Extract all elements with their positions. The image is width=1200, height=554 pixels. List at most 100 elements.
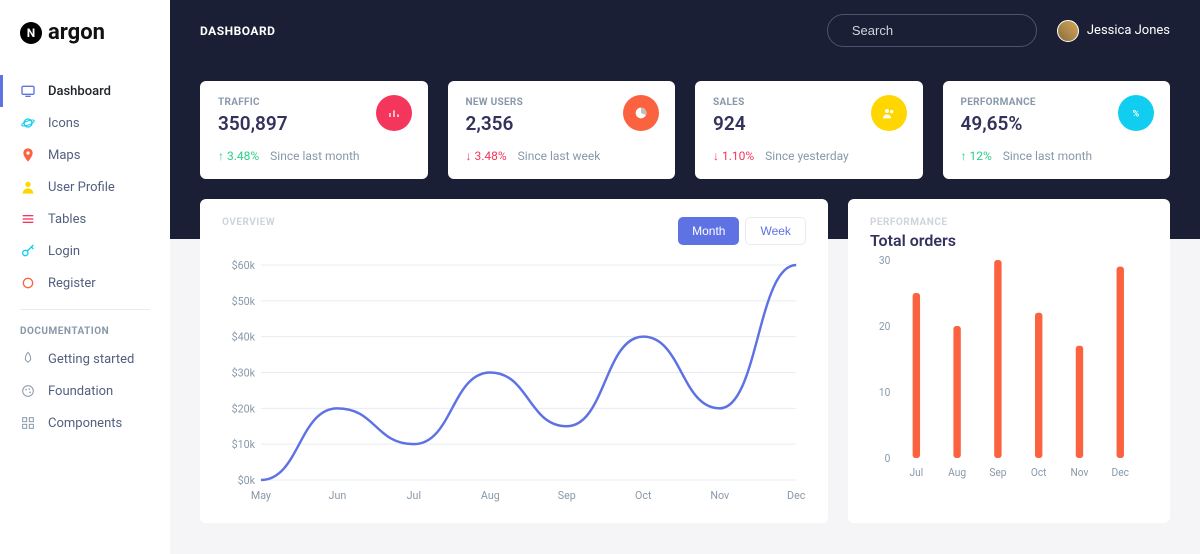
- sidebar-item-label: Dashboard: [48, 84, 111, 99]
- stat-delta: ↑ 3.48% Since last month: [218, 149, 410, 163]
- stat-note: Since yesterday: [765, 149, 849, 163]
- svg-text:$60k: $60k: [232, 259, 256, 272]
- list-icon: [20, 211, 36, 227]
- stat-note: Since last week: [518, 149, 601, 163]
- svg-text:10: 10: [879, 386, 890, 399]
- stat-delta: ↑ 12% Since last month: [961, 149, 1153, 163]
- svg-text:30: 30: [879, 254, 890, 267]
- search-box[interactable]: [827, 14, 1037, 47]
- brand-mark-icon: N: [20, 22, 42, 44]
- brand-text: argon: [48, 20, 105, 45]
- arrow-up-icon: ↑ 12%: [961, 149, 992, 163]
- svg-text:$50k: $50k: [232, 295, 256, 308]
- sidebar-item-login[interactable]: Login: [0, 235, 170, 267]
- sidebar-item-maps[interactable]: Maps: [0, 139, 170, 171]
- percent-icon: %: [1118, 95, 1154, 131]
- svg-text:May: May: [251, 489, 271, 502]
- sidebar-item-user-profile[interactable]: User Profile: [0, 171, 170, 203]
- svg-text:Sep: Sep: [989, 466, 1006, 479]
- stat-delta: ↓ 3.48% Since last week: [466, 149, 658, 163]
- docs-item-label: Getting started: [48, 352, 134, 367]
- svg-text:Oct: Oct: [1031, 466, 1047, 479]
- svg-text:$0k: $0k: [238, 474, 256, 487]
- stat-note: Since last month: [270, 149, 359, 163]
- sidebar-item-label: Icons: [48, 116, 80, 131]
- page-title: DASHBOARD: [200, 24, 275, 38]
- svg-text:Nov: Nov: [710, 489, 730, 502]
- tv-icon: [20, 83, 36, 99]
- svg-text:Oct: Oct: [635, 489, 652, 502]
- avatar: [1057, 20, 1079, 42]
- orders-card: PERFORMANCE Total orders 0 10 20 30 Jul Aug Se…: [848, 199, 1170, 523]
- svg-text:Nov: Nov: [1070, 466, 1088, 479]
- svg-text:Aug: Aug: [948, 466, 966, 479]
- brand-logo[interactable]: N argon: [0, 20, 170, 75]
- main: DASHBOARD Jessica Jones TRAFFIC 350,897 …: [170, 0, 1200, 554]
- orders-title: Total orders: [870, 231, 1148, 250]
- svg-text:$20k: $20k: [232, 402, 256, 415]
- user-name: Jessica Jones: [1087, 23, 1170, 38]
- divider: [20, 309, 150, 310]
- grid-icon: [20, 415, 36, 431]
- key-icon: [20, 243, 36, 259]
- svg-text:%: %: [1133, 108, 1140, 119]
- overview-overline: OVERVIEW: [222, 217, 275, 228]
- planet-icon: [20, 115, 36, 131]
- svg-text:$30k: $30k: [232, 366, 256, 379]
- user-menu[interactable]: Jessica Jones: [1057, 20, 1170, 42]
- overview-toggle: Month Week: [678, 217, 806, 245]
- svg-text:0: 0: [885, 452, 891, 465]
- arrow-down-icon: ↓ 1.10%: [713, 149, 754, 163]
- sidebar-item-tables[interactable]: Tables: [0, 203, 170, 235]
- svg-text:Jun: Jun: [329, 489, 347, 502]
- docs-item-foundation[interactable]: Foundation: [0, 375, 170, 407]
- tab-month[interactable]: Month: [678, 217, 739, 245]
- rocket-icon: [20, 351, 36, 367]
- pie-icon: [623, 95, 659, 131]
- svg-text:Sep: Sep: [558, 489, 576, 502]
- svg-text:$10k: $10k: [232, 438, 256, 451]
- overview-chart: $0k $10k $20k $30k $40k $50k $60k May Jun Jul Aug S…: [222, 255, 806, 505]
- docs-item-label: Components: [48, 416, 122, 431]
- sidebar-item-label: Login: [48, 244, 80, 259]
- sidebar-item-label: Maps: [48, 148, 80, 163]
- sidebar-item-register[interactable]: Register: [0, 267, 170, 299]
- stat-note: Since last month: [1003, 149, 1092, 163]
- sidebar-item-icons[interactable]: Icons: [0, 107, 170, 139]
- docs-heading: DOCUMENTATION: [0, 320, 170, 343]
- circle-icon: [20, 275, 36, 291]
- svg-text:Dec: Dec: [787, 489, 806, 502]
- sidebar-item-label: Register: [48, 276, 96, 291]
- orders-chart: 0 10 20 30 Jul Aug Sep Oct Nov Dec: [870, 250, 1148, 480]
- users-icon: [871, 95, 907, 131]
- docs-item-components[interactable]: Components: [0, 407, 170, 439]
- sidebar: N argon Dashboard Icons Maps User Profile Ta…: [0, 0, 170, 554]
- svg-text:Jul: Jul: [407, 489, 421, 502]
- tab-week[interactable]: Week: [745, 217, 805, 245]
- arrow-down-icon: ↓ 3.48%: [466, 149, 507, 163]
- sidebar-item-label: Tables: [48, 212, 86, 227]
- docs-item-getting-started[interactable]: Getting started: [0, 343, 170, 375]
- svg-text:Jul: Jul: [909, 466, 923, 479]
- stat-card-performance: PERFORMANCE 49,65% % ↑ 12% Since last mo…: [943, 81, 1171, 179]
- svg-text:Aug: Aug: [481, 489, 500, 502]
- person-icon: [20, 179, 36, 195]
- pin-icon: [20, 147, 36, 163]
- search-input[interactable]: [852, 23, 1028, 38]
- sidebar-item-label: User Profile: [48, 180, 115, 195]
- stat-card-sales: SALES 924 ↓ 1.10% Since yesterday: [695, 81, 923, 179]
- sidebar-item-dashboard[interactable]: Dashboard: [0, 75, 170, 107]
- stat-card-traffic: TRAFFIC 350,897 ↑ 3.48% Since last month: [200, 81, 428, 179]
- svg-text:Dec: Dec: [1111, 466, 1129, 479]
- arrow-up-icon: ↑ 3.48%: [218, 149, 259, 163]
- orders-overline: PERFORMANCE: [870, 217, 1148, 228]
- docs-item-label: Foundation: [48, 384, 113, 399]
- stat-card-new-users: NEW USERS 2,356 ↓ 3.48% Since last week: [448, 81, 676, 179]
- palette-icon: [20, 383, 36, 399]
- svg-text:$40k: $40k: [232, 331, 256, 344]
- overview-card: OVERVIEW Month Week $0k$10k$20k$30k$40k$…: [200, 199, 828, 523]
- stat-delta: ↓ 1.10% Since yesterday: [713, 149, 905, 163]
- chart-icon: [376, 95, 412, 131]
- svg-text:20: 20: [879, 320, 890, 333]
- topbar: DASHBOARD Jessica Jones: [170, 0, 1200, 61]
